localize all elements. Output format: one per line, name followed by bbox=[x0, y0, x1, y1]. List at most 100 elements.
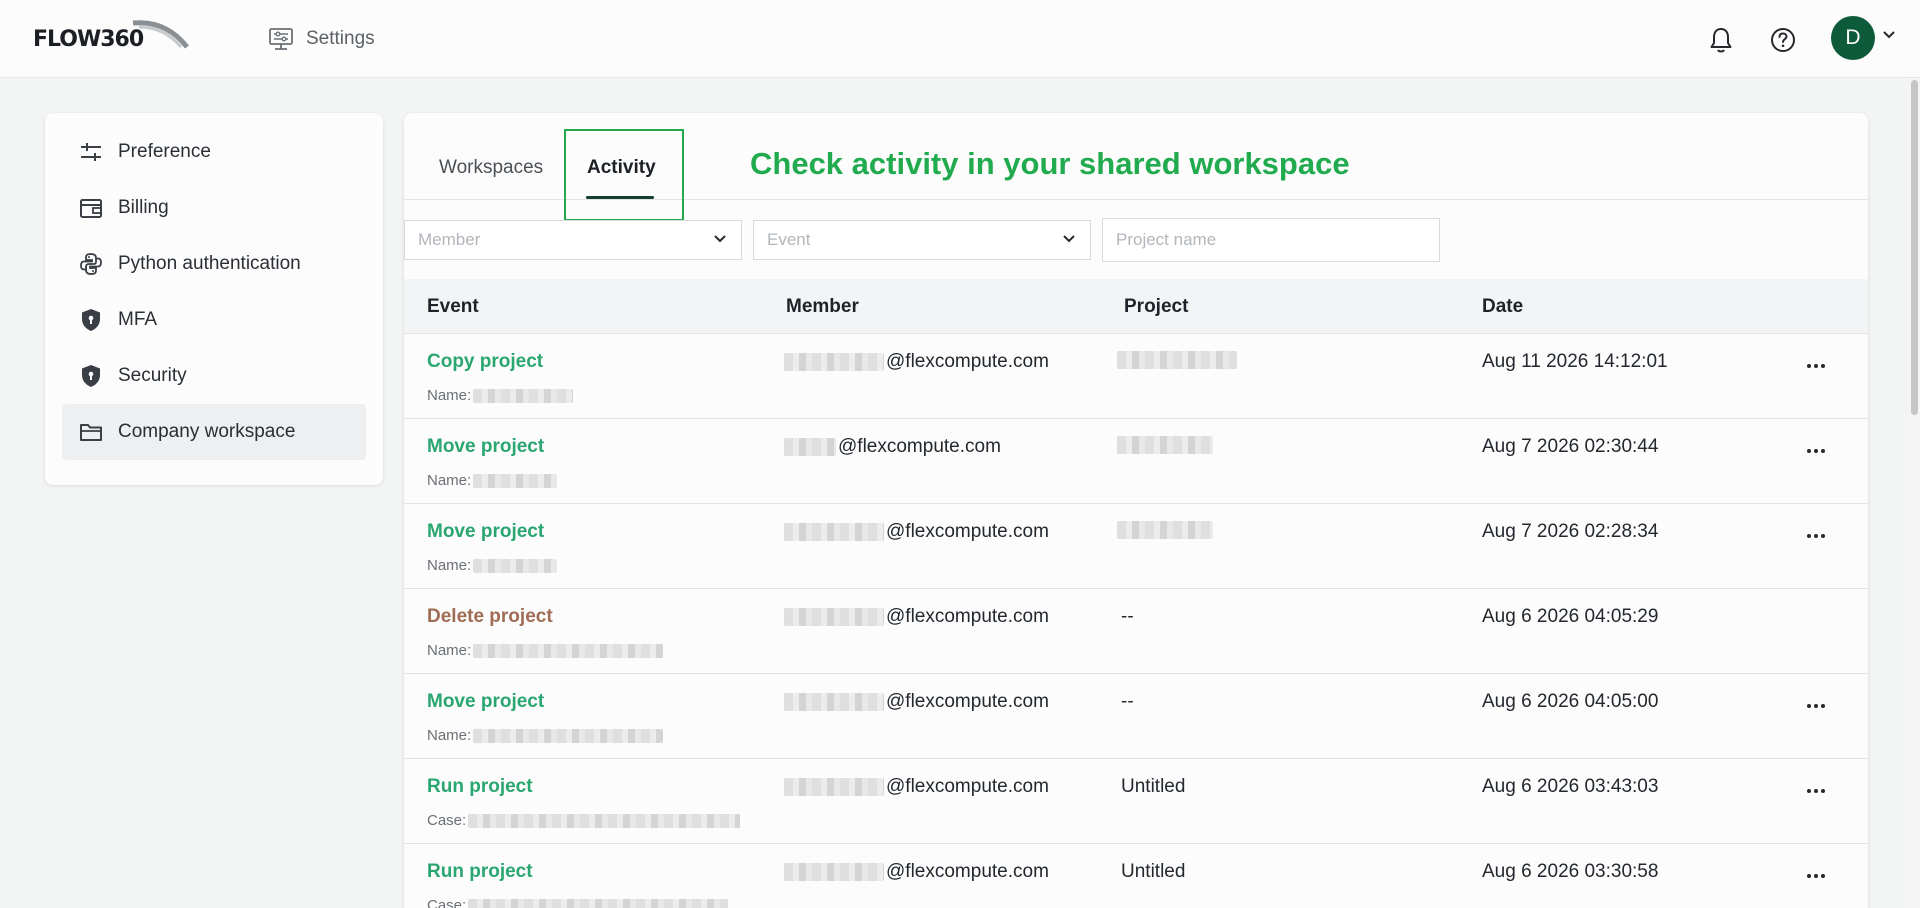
activity-date: Aug 6 2026 03:30:58 bbox=[1482, 861, 1659, 882]
event-filter-placeholder: Event bbox=[767, 230, 811, 249]
redacted-project bbox=[1117, 521, 1213, 539]
member-email: @flexcompute.com bbox=[784, 776, 1049, 798]
project-name: Untitled bbox=[1121, 776, 1186, 797]
sidebar-item-billing[interactable]: Billing bbox=[62, 180, 366, 236]
column-header-event: Event bbox=[427, 296, 479, 317]
project-name: -- bbox=[1121, 691, 1134, 712]
activity-date: Aug 7 2026 02:28:34 bbox=[1482, 521, 1659, 542]
project-cell: Untitled bbox=[1121, 861, 1185, 883]
row-more-button[interactable] bbox=[1802, 781, 1830, 801]
page-scrollbar[interactable] bbox=[1908, 78, 1920, 908]
detail-label: Name: bbox=[427, 557, 472, 574]
column-header-date: Date bbox=[1482, 296, 1524, 317]
member-domain: @flexcompute.com bbox=[886, 606, 1049, 627]
table-row: Run project Case: @flexcompute.com Untit… bbox=[404, 844, 1868, 908]
member-filter-placeholder: Member bbox=[418, 230, 481, 249]
activity-date: Aug 11 2026 14:12:01 bbox=[1482, 351, 1668, 372]
redacted-case bbox=[468, 898, 729, 908]
sidebar-item-mfa[interactable]: MFA bbox=[62, 292, 366, 348]
project-cell: -- bbox=[1121, 691, 1134, 713]
table-row: Run project Case: @flexcompute.com Untit… bbox=[404, 759, 1868, 844]
table-row: Move project Name: @flexcompute.com Aug … bbox=[404, 504, 1868, 589]
sidebar-item-label: Python authentication bbox=[118, 253, 301, 274]
help-circle-icon bbox=[1771, 28, 1795, 52]
more-horizontal-icon bbox=[1807, 449, 1825, 453]
notifications-button[interactable] bbox=[1701, 20, 1741, 60]
member-email: @flexcompute.com bbox=[784, 521, 1049, 543]
sidebar-item-python-authentication[interactable]: Python authentication bbox=[62, 236, 366, 292]
sidebar-item-preference[interactable]: Preference bbox=[62, 124, 366, 180]
event-detail: Name: bbox=[427, 727, 664, 744]
scrollbar-thumb[interactable] bbox=[1911, 80, 1918, 415]
member-email: @flexcompute.com bbox=[784, 436, 1001, 458]
event-link[interactable]: Move project bbox=[427, 691, 544, 713]
sidebar-item-security[interactable]: Security bbox=[62, 348, 366, 404]
event-filter-select[interactable]: Event bbox=[753, 220, 1091, 260]
project-cell bbox=[1117, 521, 1213, 539]
chevron-down-icon bbox=[1063, 235, 1075, 243]
project-name: Untitled bbox=[1121, 861, 1186, 882]
event-link[interactable]: Move project bbox=[427, 521, 544, 543]
redacted-case bbox=[468, 813, 741, 828]
event-link[interactable]: Move project bbox=[427, 436, 544, 458]
column-header-member: Member bbox=[786, 296, 859, 317]
project-name: -- bbox=[1121, 606, 1134, 627]
sidebar-item-company-workspace[interactable]: Company workspace bbox=[62, 404, 366, 460]
tab-workspaces[interactable]: Workspaces bbox=[439, 157, 543, 179]
more-horizontal-icon bbox=[1807, 789, 1825, 793]
row-more-button[interactable] bbox=[1802, 696, 1830, 716]
redacted-username bbox=[784, 608, 884, 626]
detail-label: Name: bbox=[427, 472, 472, 489]
member-domain: @flexcompute.com bbox=[886, 521, 1049, 542]
table-row: Move project Name: @flexcompute.com -- A… bbox=[404, 674, 1868, 759]
settings-sidebar: Preference Billing Python authentication… bbox=[45, 113, 383, 485]
detail-label: Name: bbox=[427, 387, 472, 404]
project-cell bbox=[1117, 351, 1237, 369]
sidebar-item-label: Security bbox=[118, 365, 187, 386]
table-header: Event Member Project Date bbox=[404, 279, 1868, 334]
more-horizontal-icon bbox=[1807, 704, 1825, 708]
shield-lock-icon bbox=[82, 365, 100, 387]
row-more-button[interactable] bbox=[1802, 866, 1830, 886]
redacted-username bbox=[784, 863, 884, 881]
flow360-logo[interactable]: FLOW360 bbox=[33, 20, 189, 54]
detail-label: Name: bbox=[427, 727, 472, 744]
event-detail: Name: bbox=[427, 387, 574, 404]
row-more-button[interactable] bbox=[1802, 441, 1830, 461]
column-header-project: Project bbox=[1124, 296, 1189, 317]
project-cell bbox=[1117, 436, 1213, 454]
more-horizontal-icon bbox=[1807, 534, 1825, 538]
redacted-username bbox=[784, 693, 884, 711]
tab-activity[interactable]: Activity bbox=[587, 157, 656, 179]
detail-label: Name: bbox=[427, 642, 472, 659]
chevron-down-icon bbox=[714, 235, 726, 243]
project-name-input[interactable] bbox=[1116, 230, 1416, 250]
member-domain: @flexcompute.com bbox=[886, 691, 1049, 712]
member-email: @flexcompute.com bbox=[784, 351, 1049, 373]
redacted-project bbox=[1117, 351, 1237, 369]
sidebar-item-label: Billing bbox=[118, 197, 169, 218]
event-link[interactable]: Copy project bbox=[427, 351, 543, 373]
bell-icon bbox=[1710, 28, 1732, 53]
redacted-name bbox=[473, 558, 558, 573]
nav-settings[interactable]: Settings bbox=[268, 24, 375, 54]
member-filter-select[interactable]: Member bbox=[404, 220, 742, 260]
avatar-initial: D bbox=[1845, 26, 1861, 49]
redacted-username bbox=[784, 438, 836, 456]
activity-date: Aug 6 2026 04:05:00 bbox=[1482, 691, 1659, 712]
event-link[interactable]: Delete project bbox=[427, 606, 553, 628]
row-more-button[interactable] bbox=[1802, 526, 1830, 546]
project-cell: -- bbox=[1121, 606, 1134, 628]
detail-label: Case: bbox=[427, 812, 467, 829]
row-more-button[interactable] bbox=[1802, 356, 1830, 376]
chevron-down-icon[interactable] bbox=[1882, 30, 1896, 40]
event-detail: Name: bbox=[427, 642, 664, 659]
more-horizontal-icon bbox=[1807, 364, 1825, 368]
detail-label: Case: bbox=[427, 897, 467, 908]
help-button[interactable] bbox=[1763, 20, 1803, 60]
user-avatar[interactable]: D bbox=[1831, 16, 1875, 60]
activity-table-body: Copy project Name: @flexcompute.com Aug … bbox=[404, 334, 1868, 908]
event-link[interactable]: Run project bbox=[427, 861, 533, 883]
event-link[interactable]: Run project bbox=[427, 776, 533, 798]
redacted-username bbox=[784, 778, 884, 796]
